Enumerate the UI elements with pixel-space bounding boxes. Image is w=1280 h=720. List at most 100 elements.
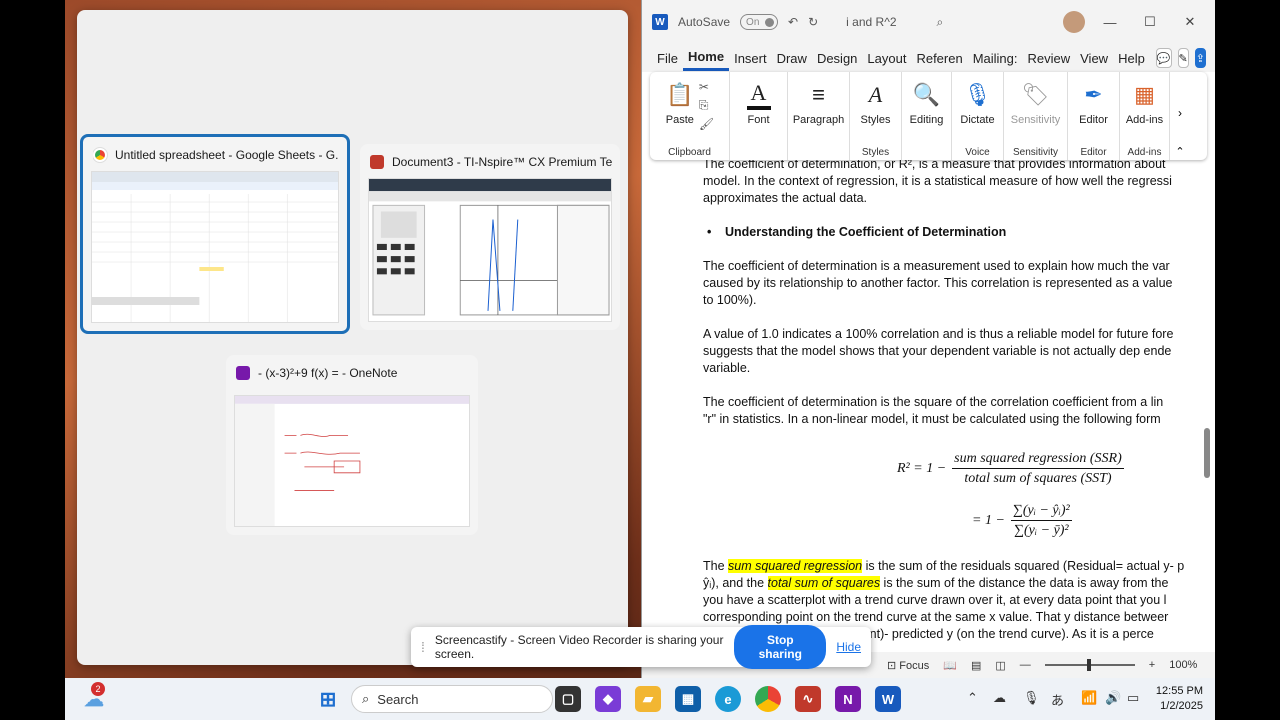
comments-button[interactable]: 💬	[1155, 48, 1172, 68]
paragraph-2-line-3: variable.	[703, 361, 751, 375]
focus-button[interactable]: ⊡ Focus	[887, 659, 929, 672]
word-icon: W	[652, 14, 668, 30]
paragraph-2-line-1: A value of 1.0 indicates a 100% correlat…	[703, 327, 1174, 341]
paste-button[interactable]: 📋 Paste	[665, 76, 695, 131]
search-icon[interactable]: ⌕	[937, 15, 944, 30]
editing-mode-button[interactable]: ✎	[1177, 48, 1189, 68]
start-icon[interactable]: ⊞	[315, 686, 341, 712]
close-icon[interactable]: ✕	[1175, 14, 1205, 30]
addins-button[interactable]: ▦ Add-ins	[1126, 76, 1163, 126]
web-layout-icon[interactable]: ◫	[995, 659, 1005, 672]
addins-group-label: Add-ins	[1127, 147, 1162, 158]
editor-button[interactable]: ✒ Editor	[1079, 76, 1109, 126]
equation-numerator: sum squared regression (SSR)	[952, 450, 1124, 469]
document-title[interactable]: i and R^2	[846, 15, 896, 29]
tab-design[interactable]: Design	[812, 47, 862, 70]
read-mode-icon[interactable]: 📖	[943, 659, 957, 672]
section-heading: Understanding the Coefficient of Determi…	[703, 224, 1201, 241]
stop-sharing-button[interactable]: Stop sharing	[734, 625, 827, 669]
minimize-icon[interactable]: —	[1095, 15, 1125, 30]
dictate-button[interactable]: 🎙 Dictate	[960, 76, 994, 126]
collapse-ribbon-icon[interactable]: ⌃	[1175, 145, 1184, 158]
tab-review[interactable]: Review	[1023, 47, 1076, 70]
equation-denominator: total sum of squares (SST)	[964, 471, 1112, 486]
onenote-icon[interactable]: N	[835, 686, 861, 712]
autosave-toggle[interactable]: On	[740, 14, 779, 30]
word-titlebar: W AutoSave On ↶ ↻ i and R^2 ⌕ — ☐ ✕	[642, 0, 1215, 44]
search-input[interactable]: ⌕ Search	[351, 685, 553, 713]
wifi-icon[interactable]: 📶	[1081, 690, 1097, 706]
zoom-level[interactable]: 100%	[1169, 659, 1197, 671]
chrome-icon[interactable]	[755, 686, 781, 712]
cut-icon[interactable]: ✂	[699, 80, 714, 94]
clock-time: 12:55 PM	[1155, 685, 1203, 697]
avatar[interactable]	[1063, 11, 1085, 33]
microphone-icon: 🎙	[963, 82, 992, 107]
switcher-window-onenote[interactable]: - (x-3)²+9 f(x) = - OneNote	[226, 355, 478, 535]
tab-draw[interactable]: Draw	[772, 47, 812, 70]
print-layout-icon[interactable]: ▤	[971, 659, 981, 672]
zoom-in-icon[interactable]: +	[1149, 659, 1155, 671]
copy-icon[interactable]: ⎘	[699, 98, 714, 113]
font-icon: A	[746, 80, 771, 110]
clock[interactable]: 12:55 PM 1/2/2025	[1156, 684, 1203, 714]
notification-badge: 2	[91, 682, 105, 696]
font-button[interactable]: A Font	[746, 76, 771, 126]
paragraph-2-line-2: suggests that the model shows that your …	[703, 344, 1172, 358]
redo-icon[interactable]: ↻	[808, 15, 818, 29]
hide-link[interactable]: Hide	[836, 640, 861, 654]
copilot-icon[interactable]: ◆	[595, 686, 621, 712]
vertical-scrollbar[interactable]	[1204, 160, 1212, 650]
document-body[interactable]: The coefficient of determination, or R²,…	[642, 160, 1201, 652]
undo-icon[interactable]: ↶	[788, 15, 798, 29]
taskbar: ☁ 2 ⊞ ⌕ Search ▢ ◆ ▰ ▦ e ∿ N W ⌃ ☁ 🎙 あ 📶…	[65, 678, 1215, 720]
share-button[interactable]: ⇪	[1194, 48, 1206, 68]
styles-button[interactable]: A Styles	[861, 76, 891, 126]
voice-group: 🎙 Dictate Voice	[952, 72, 1004, 160]
file-explorer-icon[interactable]: ▰	[635, 686, 661, 712]
task-view-icon[interactable]: ▢	[555, 686, 581, 712]
battery-icon[interactable]: ▭	[1127, 690, 1139, 706]
language-icon[interactable]: あ	[1051, 690, 1064, 709]
sensitivity-button[interactable]: 🏷 Sensitivity	[1011, 76, 1061, 126]
tab-layout[interactable]: Layout	[862, 47, 911, 70]
switcher-window-nspire[interactable]: Document3 - TI-Nspire™ CX Premium Tea...	[360, 144, 620, 330]
edge-icon[interactable]: e	[715, 686, 741, 712]
highlight-sst: total sum of squares	[767, 576, 881, 590]
tab-file[interactable]: File	[652, 47, 683, 70]
left-letterbox	[0, 0, 65, 720]
editing-button[interactable]: 🔍 Editing	[910, 76, 944, 126]
search-icon: ⌕	[362, 691, 370, 706]
word-icon[interactable]: W	[875, 686, 901, 712]
zoom-out-icon[interactable]: —	[1020, 659, 1031, 671]
tab-help[interactable]: Help	[1113, 47, 1150, 70]
store-icon[interactable]: ▦	[675, 686, 701, 712]
microphone-icon[interactable]: 🎙	[1023, 690, 1040, 706]
clock-date: 1/2/2025	[1160, 700, 1203, 712]
scrollbar-thumb[interactable]	[1204, 428, 1210, 478]
screen-share-bar: ⁞ Screencastify - Screen Video Recorder …	[411, 625, 871, 669]
paragraph-intro-3: approximates the actual data.	[703, 191, 867, 205]
clipboard-group-label: Clipboard	[668, 147, 711, 158]
tab-insert[interactable]: Insert	[729, 47, 772, 70]
ribbon-more: › ⌃	[1170, 72, 1190, 160]
tab-references[interactable]: Referen	[911, 47, 967, 70]
volume-icon[interactable]: 🔊	[1105, 690, 1121, 706]
onedrive-icon[interactable]: ☁	[993, 690, 1006, 706]
paragraph-button[interactable]: ≡ Paragraph	[793, 76, 844, 126]
paragraph-intro-1: The coefficient of determination, or R²,…	[703, 160, 1166, 171]
format-painter-icon[interactable]: 🖌	[699, 117, 714, 131]
chevron-right-icon[interactable]: ›	[1178, 76, 1182, 120]
maximize-icon[interactable]: ☐	[1135, 14, 1165, 30]
zoom-slider[interactable]	[1044, 659, 1135, 671]
addins-group: ▦ Add-ins Add-ins	[1120, 72, 1170, 160]
switcher-window-sheets[interactable]: Untitled spreadsheet - Google Sheets - G…	[80, 134, 350, 334]
tab-view[interactable]: View	[1075, 47, 1113, 70]
ti-nspire-icon[interactable]: ∿	[795, 686, 821, 712]
show-hidden-icons-icon[interactable]: ⌃	[967, 690, 978, 706]
tab-home[interactable]: Home	[682, 45, 730, 71]
ti-nspire-icon	[370, 155, 384, 169]
drag-handle-icon[interactable]: ⁞	[421, 639, 425, 655]
paragraph-1-line-1: The coefficient of determination is a me…	[703, 259, 1170, 273]
tab-mailings[interactable]: Mailing:	[968, 47, 1023, 70]
